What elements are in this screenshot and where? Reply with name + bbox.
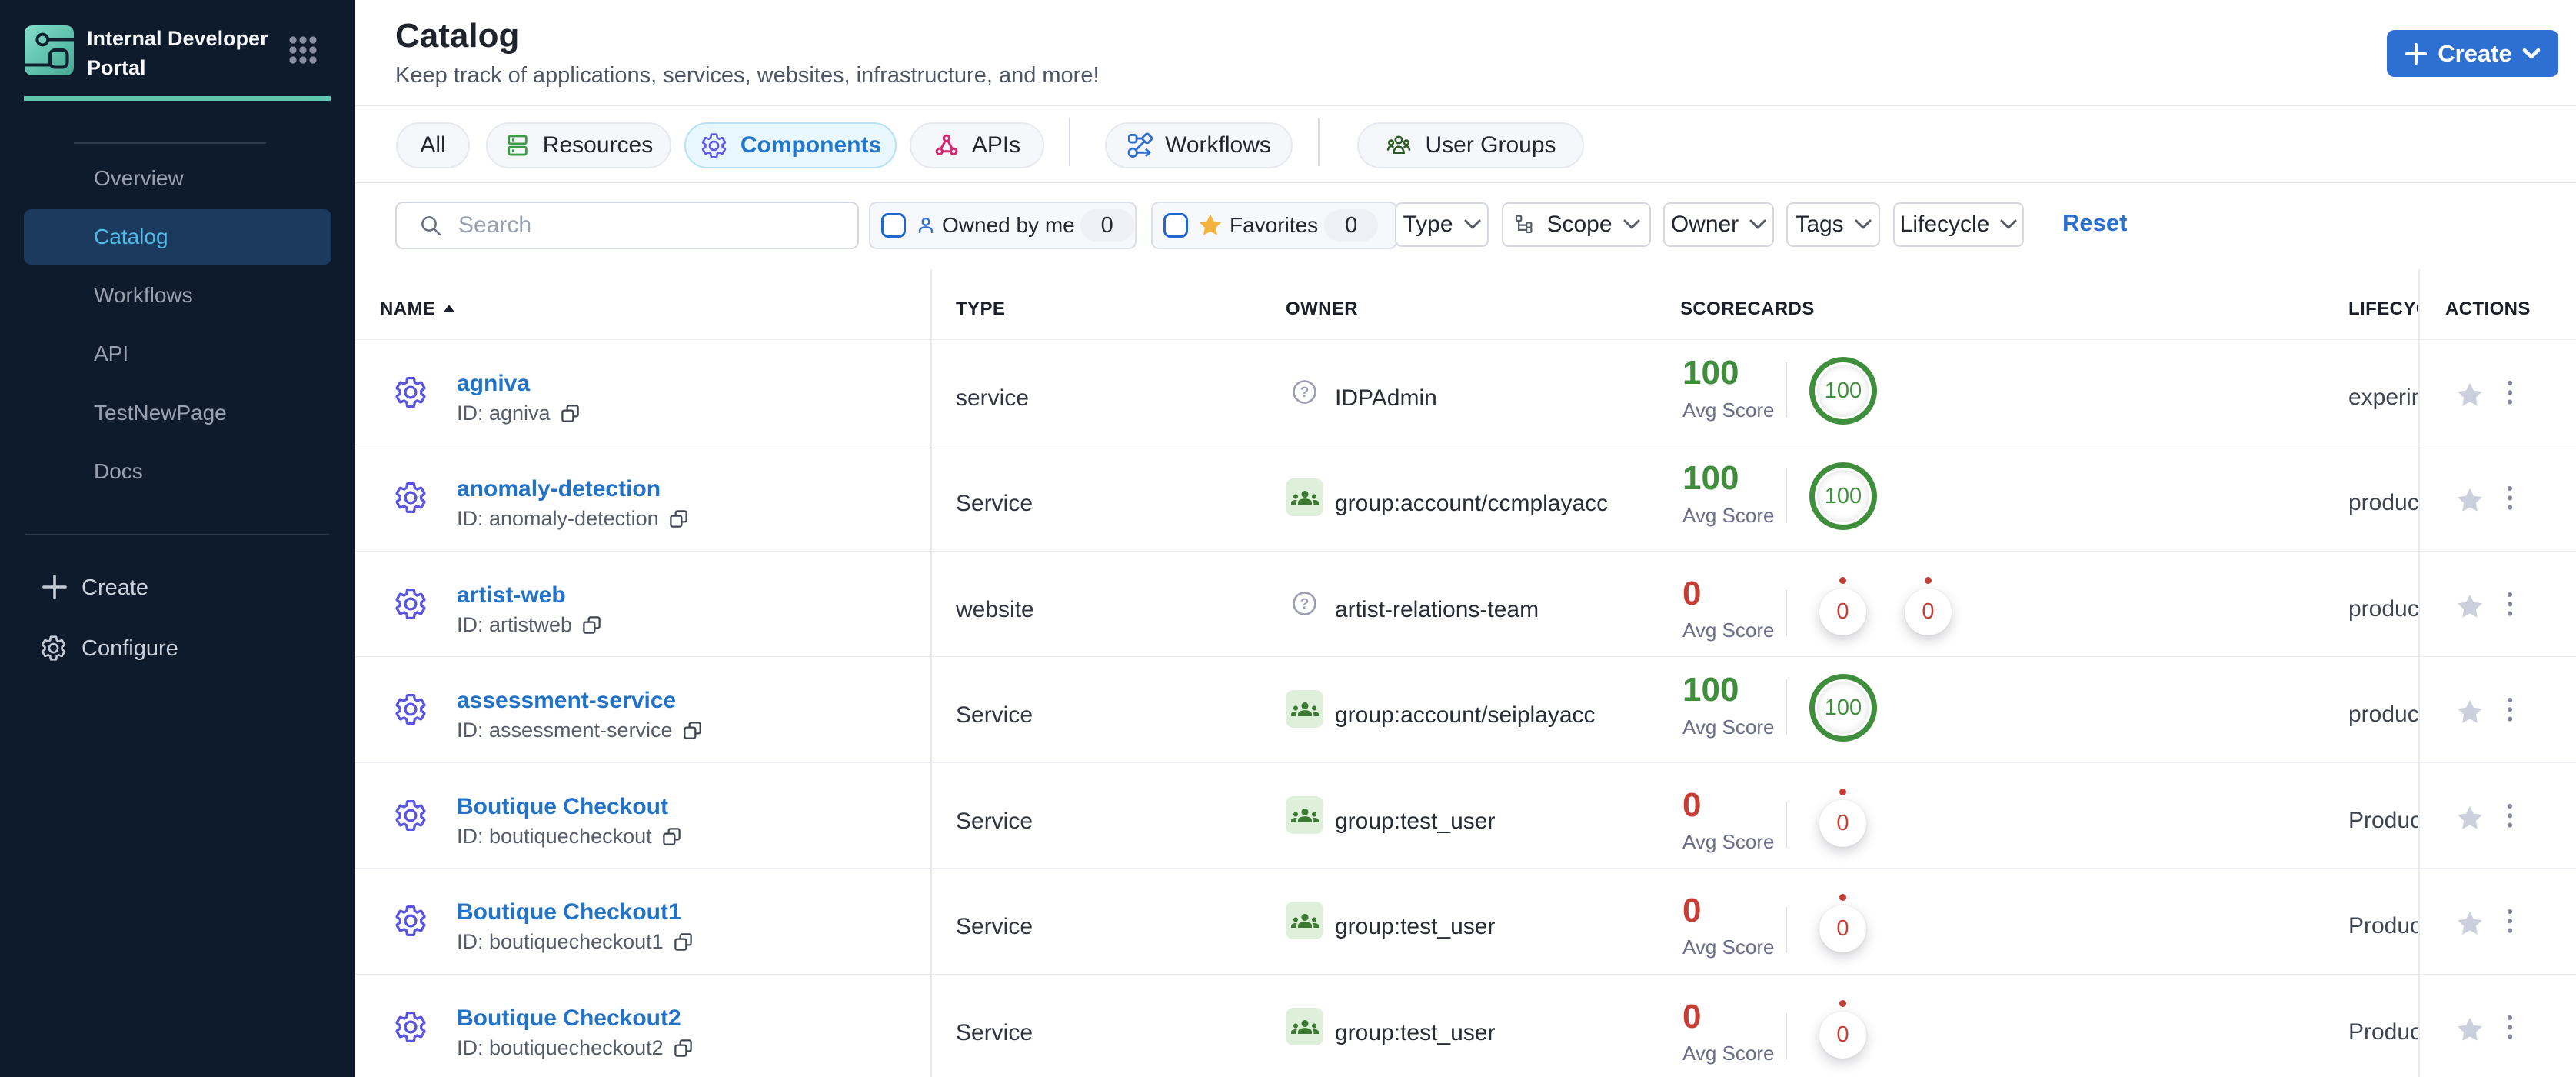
svg-text:?: ? <box>1300 385 1310 401</box>
svg-text:?: ? <box>1300 596 1310 612</box>
